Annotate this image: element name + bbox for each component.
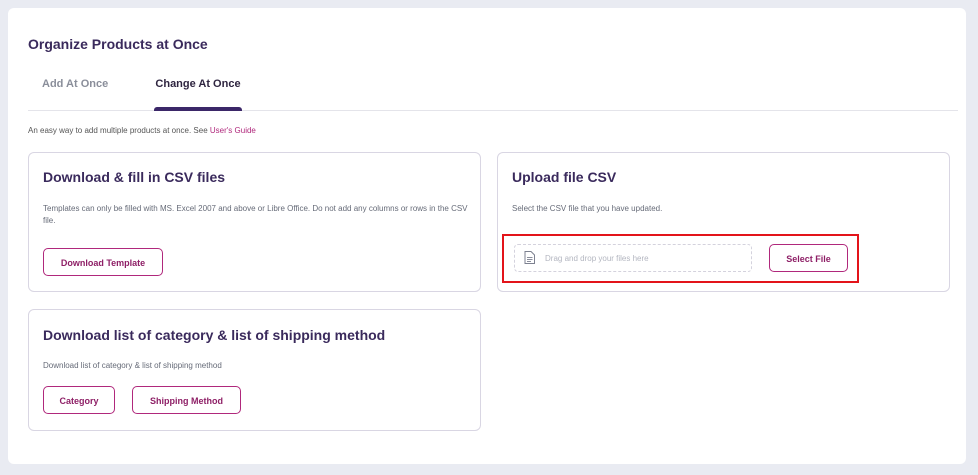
intro-text: An easy way to add multiple products at … [28, 126, 256, 135]
download-csv-title: Download & fill in CSV files [43, 169, 226, 185]
tab-bar: Add At Once Change At Once [28, 74, 958, 111]
category-shipping-description: Download list of category & list of ship… [43, 361, 222, 370]
tab-label: Change At Once [155, 78, 241, 90]
intro-label: An easy way to add multiple products at … [28, 126, 210, 135]
tab-add-at-once[interactable]: Add At Once [42, 74, 108, 110]
upload-csv-title: Upload file CSV [512, 169, 617, 185]
active-tab-indicator [154, 107, 242, 111]
highlight-box [502, 234, 859, 283]
download-csv-description: Templates can only be filled with MS. Ex… [43, 204, 468, 225]
users-guide-link[interactable]: User's Guide [210, 126, 256, 135]
download-template-button[interactable]: Download Template [43, 248, 163, 276]
tab-label: Add At Once [42, 78, 109, 90]
page-title: Organize Products at Once [28, 36, 208, 52]
category-shipping-title: Download list of category & list of ship… [43, 327, 386, 343]
shipping-method-button[interactable]: Shipping Method [132, 386, 241, 414]
category-button[interactable]: Category [43, 386, 115, 414]
category-shipping-card: Download list of category & list of ship… [28, 309, 481, 431]
tab-change-at-once[interactable]: Change At Once [154, 74, 242, 111]
download-csv-card: Download & fill in CSV files Templates c… [28, 152, 481, 292]
upload-csv-description: Select the CSV file that you have update… [512, 204, 663, 213]
